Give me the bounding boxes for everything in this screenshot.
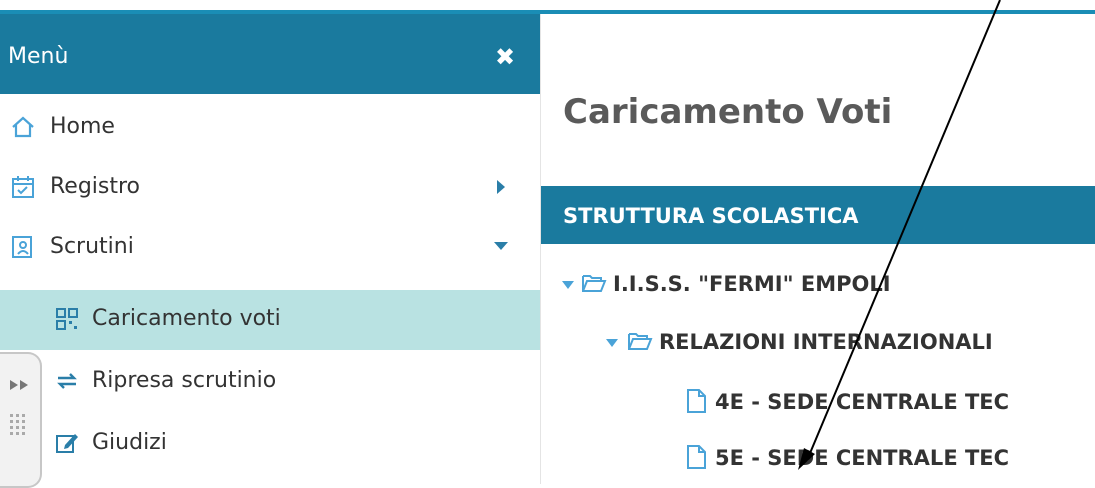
sidebar-item-home[interactable]: Home xyxy=(0,98,540,158)
sidebar-title: Menù xyxy=(8,44,69,69)
tree-node-label: 5E - SEDE CENTRALE TEC xyxy=(715,446,1010,470)
side-drawer-handle[interactable] xyxy=(0,352,42,488)
file-icon xyxy=(683,444,709,470)
sidebar-header: Menù ✖ xyxy=(0,14,540,94)
top-bar xyxy=(0,0,1095,14)
tree-node-label: 4E - SEDE CENTRALE TEC xyxy=(715,390,1010,414)
sidebar-item-label: Caricamento voti xyxy=(92,306,281,331)
caret-down-icon[interactable] xyxy=(605,334,619,347)
sidebar-menu: Menù ✖ Home Registro Scrutini Caricament… xyxy=(0,14,540,484)
sidebar-item-giudizi[interactable]: Giudizi xyxy=(0,414,540,474)
sidebar-item-registro[interactable]: Registro xyxy=(0,158,540,218)
folder-open-icon xyxy=(627,328,653,354)
sidebar-item-label: Home xyxy=(50,114,115,139)
chevron-down-icon xyxy=(492,238,510,256)
scrutini-icon xyxy=(10,234,36,260)
sidebar-item-label: Giudizi xyxy=(92,430,167,455)
folder-open-icon xyxy=(581,270,607,296)
sidebar-item-scrutini[interactable]: Scrutini xyxy=(0,218,540,278)
section-header: STRUTTURA SCOLASTICA xyxy=(541,186,1095,244)
tree-node-label: RELAZIONI INTERNAZIONALI xyxy=(659,330,993,354)
close-icon[interactable]: ✖ xyxy=(492,44,518,70)
fast-forward-icon xyxy=(10,380,28,390)
tree-node-indirizzo[interactable]: RELAZIONI INTERNAZIONALI xyxy=(541,322,1095,362)
file-icon xyxy=(683,388,709,414)
caret-down-icon[interactable] xyxy=(561,276,575,289)
edit-icon xyxy=(54,430,80,456)
tree-node-school[interactable]: I.I.S.S. "FERMI" EMPOLI xyxy=(541,264,1095,304)
page-title: Caricamento Voti xyxy=(563,92,893,132)
sidebar-item-label: Registro xyxy=(50,174,141,199)
qr-grid-icon xyxy=(54,306,80,332)
tree-node-label: I.I.S.S. "FERMI" EMPOLI xyxy=(613,272,891,296)
sidebar-item-label: Scrutini xyxy=(50,234,134,259)
refresh-icon xyxy=(54,368,80,394)
tree-node-class-5e[interactable]: 5E - SEDE CENTRALE TEC xyxy=(541,438,1095,478)
sidebar-item-caricamento-voti[interactable]: Caricamento voti xyxy=(0,290,540,350)
main-content: Caricamento Voti STRUTTURA SCOLASTICA I.… xyxy=(541,14,1095,484)
section-title: STRUTTURA SCOLASTICA xyxy=(563,204,859,228)
sidebar-item-label: Ripresa scrutinio xyxy=(92,368,277,393)
chevron-right-icon xyxy=(494,178,508,196)
sidebar-item-ripresa-scrutinio[interactable]: Ripresa scrutinio xyxy=(0,352,540,412)
grid-dots-icon xyxy=(10,414,25,435)
tree-node-class-4e[interactable]: 4E - SEDE CENTRALE TEC xyxy=(541,382,1095,422)
calendar-icon xyxy=(10,174,36,200)
home-icon xyxy=(10,114,36,140)
